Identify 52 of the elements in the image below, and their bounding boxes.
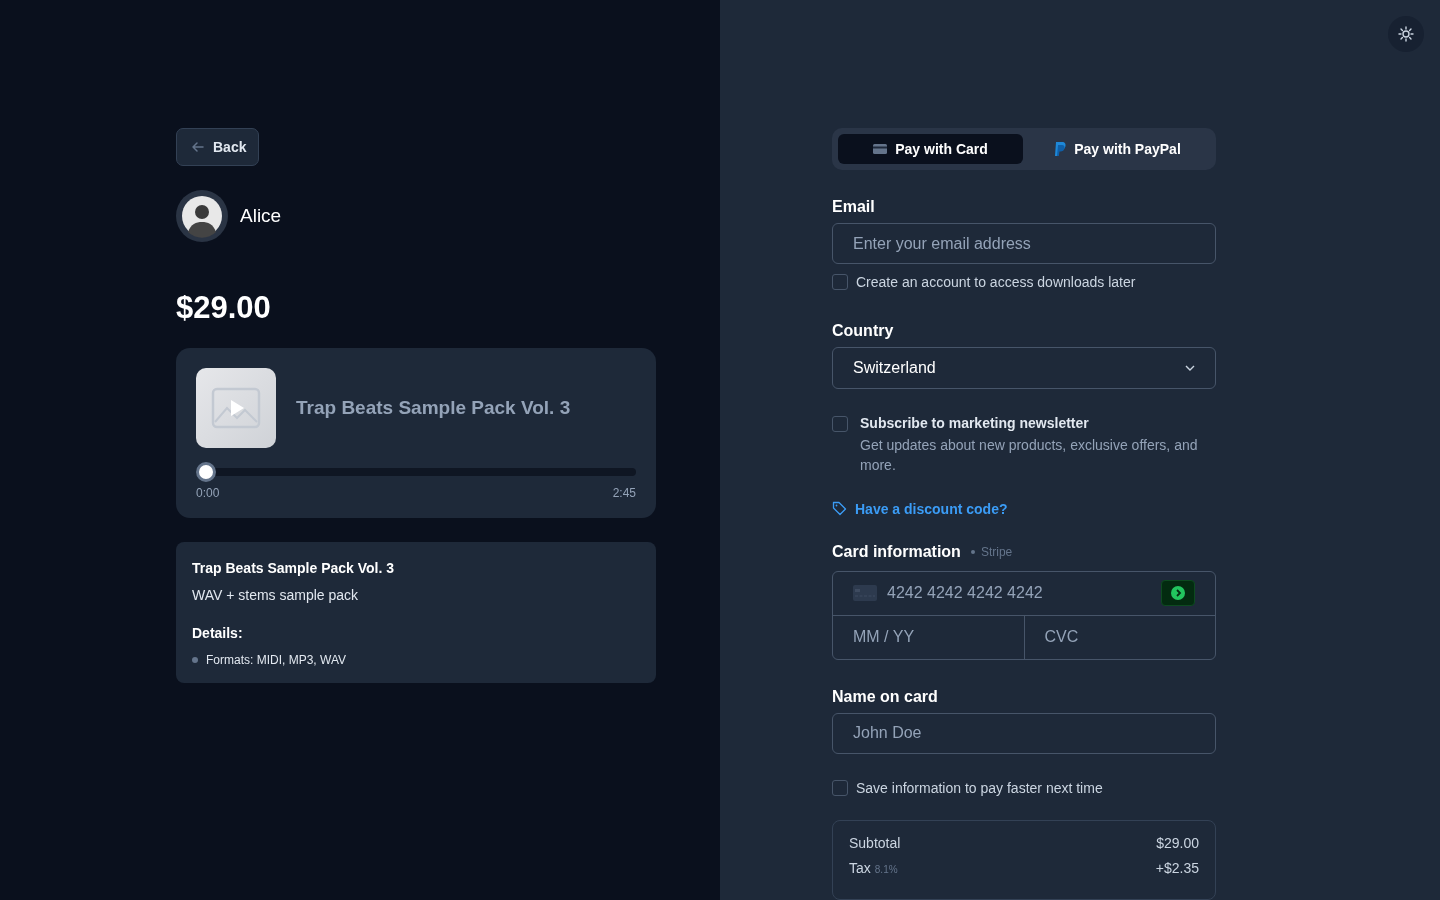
provider-label: Stripe: [980, 544, 1013, 559]
sun-icon: [1398, 26, 1414, 42]
seller-name: Alice: [240, 205, 282, 227]
chevron-circle-icon: [1171, 586, 1185, 601]
checkbox-label: Create an account to access downloads later: [856, 274, 1136, 291]
country-select[interactable]: Switzerland: [832, 347, 1216, 389]
card-information-label: Card information: [832, 542, 961, 561]
arrow-left-icon: [191, 140, 205, 154]
name-label: Name on card: [832, 687, 939, 706]
card-number-field[interactable]: 4242 4242 4242 4242: [885, 583, 1153, 604]
checkbox[interactable]: [832, 415, 848, 432]
details-heading: Details:: [192, 625, 244, 641]
expiry-field[interactable]: MM / YY: [833, 615, 1024, 659]
newsletter-label: Subscribe to marketing newsletter: [860, 414, 1090, 431]
card-icon: [873, 144, 888, 154]
summary-label: Tax: [849, 860, 871, 876]
theme-toggle-button[interactable]: [1388, 16, 1424, 52]
cvc-field[interactable]: CVC: [1023, 615, 1215, 659]
progress-thumb[interactable]: [196, 462, 216, 482]
progress-slider[interactable]: [196, 462, 636, 482]
summary-value: $29.00: [1156, 835, 1199, 851]
duration-time: 2:45: [612, 486, 636, 500]
checkbox-label: Save information to pay faster next time: [856, 780, 1103, 796]
payment-tab[interactable]: Pay with PayPal: [1025, 134, 1210, 164]
price: $29.00: [176, 290, 271, 326]
elapsed-time: 0:00: [196, 486, 220, 500]
bullet-icon: [970, 549, 975, 554]
summary-value: +$2.35: [1155, 860, 1199, 876]
track-title: Trap Beats Sample Pack Vol. 3: [296, 397, 571, 419]
chevron-down-icon: [1185, 365, 1195, 371]
checkbox[interactable]: [832, 274, 848, 291]
email-field[interactable]: Enter your email address: [832, 223, 1216, 265]
tag-icon: [832, 501, 847, 517]
card-icon: [853, 585, 877, 602]
discount-link[interactable]: Have a discount code?: [832, 500, 1008, 517]
summary-label: Subtotal: [849, 835, 901, 851]
bullet-icon: [192, 657, 198, 663]
newsletter-description: Get updates about new products, exclusive offers, and more.: [860, 435, 1199, 475]
checkbox[interactable]: [832, 780, 848, 796]
name-field[interactable]: John Doe: [832, 712, 1216, 754]
back-button[interactable]: Back: [176, 128, 260, 166]
product-subtitle: WAV + stems sample pack: [192, 587, 360, 603]
paypal-icon: [1054, 142, 1067, 156]
country-label: Country: [832, 322, 895, 341]
payment-tab[interactable]: Pay with Card: [838, 134, 1023, 164]
summary-note: 8.1%: [874, 864, 898, 875]
cover-image-icon: [196, 368, 276, 448]
email-label: Email: [832, 198, 876, 216]
autofill-button[interactable]: [1161, 580, 1195, 607]
product-title: Trap Beats Sample Pack Vol. 3: [192, 560, 396, 576]
avatar-icon: [176, 190, 228, 242]
detail-item: Formats: MIDI, MP3, WAV: [206, 653, 346, 667]
